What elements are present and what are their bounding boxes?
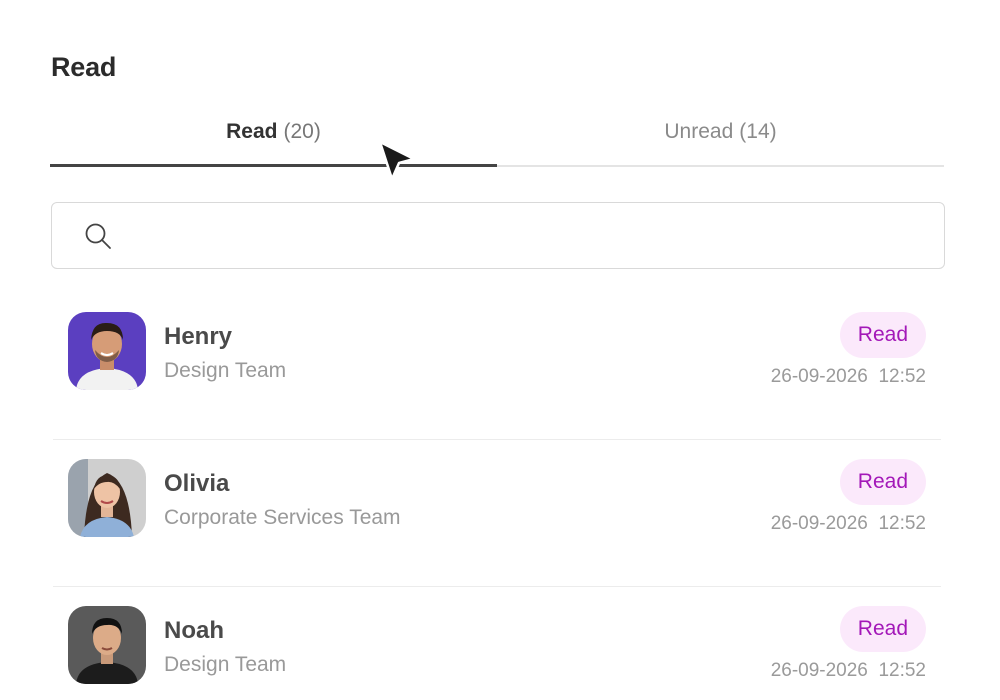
tab-read-count: (20) [283, 120, 321, 143]
status-badge: Read [839, 459, 926, 505]
avatar [68, 606, 146, 684]
timestamp-time: 12:52 [878, 660, 926, 681]
tab-bar: Read (20) Unread (14) [50, 110, 944, 167]
timestamp-time: 12:52 [878, 366, 926, 387]
sender-team: Corporate Services Team [164, 506, 401, 529]
avatar [68, 459, 146, 537]
timestamp-date: 26-09-2026 [770, 513, 868, 534]
tab-unread[interactable]: Unread (14) [497, 110, 944, 165]
read-messages-page: Read Read (20) Unread (14) Henry Design … [0, 0, 1000, 700]
list-item[interactable]: Noah Design Team Read 26-09-2026 12:52 [53, 587, 941, 700]
page-title: Read [51, 52, 117, 82]
timestamp: 26-09-2026 12:52 [771, 366, 926, 388]
list-item[interactable]: Olivia Corporate Services Team Read 26-0… [53, 440, 941, 587]
tab-read-label: Read [226, 120, 278, 143]
timestamp: 26-09-2026 12:52 [771, 513, 926, 535]
tab-unread-label: Unread [664, 120, 734, 143]
sender-team: Design Team [164, 359, 287, 382]
sender-name: Olivia [164, 470, 230, 497]
tab-read[interactable]: Read (20) [50, 110, 497, 167]
timestamp-date: 26-09-2026 [770, 660, 868, 681]
search-input[interactable] [114, 203, 944, 268]
sender-name: Noah [164, 617, 224, 644]
sender-team: Design Team [164, 653, 287, 676]
mouse-cursor-icon [377, 139, 417, 183]
tab-unread-count: (14) [739, 120, 777, 143]
status-badge: Read [839, 312, 926, 358]
timestamp-date: 26-09-2026 [770, 366, 868, 387]
timestamp: 26-09-2026 12:52 [771, 660, 926, 682]
timestamp-time: 12:52 [878, 513, 926, 534]
sender-name: Henry [164, 323, 233, 350]
avatar [68, 312, 146, 390]
status-badge: Read [839, 606, 926, 652]
search-box[interactable] [51, 202, 945, 269]
search-icon[interactable] [82, 220, 114, 252]
list-item[interactable]: Henry Design Team Read 26-09-2026 12:52 [53, 293, 941, 440]
message-list: Henry Design Team Read 26-09-2026 12:52 [53, 293, 941, 700]
